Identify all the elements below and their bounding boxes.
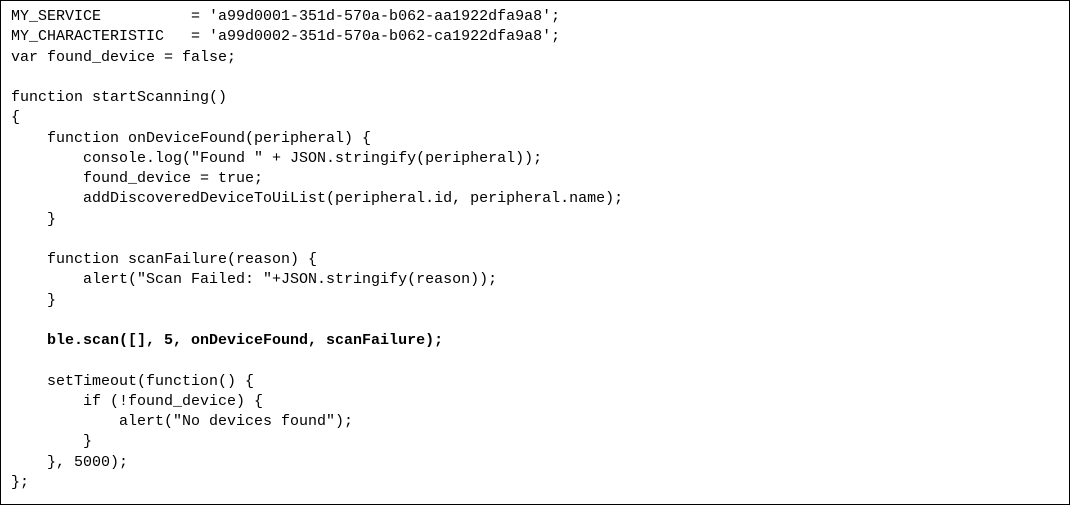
code-line: MY_SERVICE = 'a99d0001-351d-570a-b062-aa… [11,8,560,25]
code-line: function onDeviceFound(peripheral) { [11,130,371,147]
code-line: } [11,211,56,228]
code-line: var found_device = false; [11,49,236,66]
code-line: }, 5000); [11,454,128,471]
code-line: MY_CHARACTERISTIC = 'a99d0002-351d-570a-… [11,28,560,45]
code-line: { [11,109,20,126]
code-line: ble.scan([], 5, onDeviceFound, scanFailu… [11,332,443,349]
code-listing: MY_SERVICE = 'a99d0001-351d-570a-b062-aa… [0,0,1070,505]
code-line: function scanFailure(reason) { [11,251,317,268]
code-line: } [11,292,56,309]
code-line: found_device = true; [11,170,263,187]
code-line: if (!found_device) { [11,393,263,410]
code-line: setTimeout(function() { [11,373,254,390]
code-line: alert("No devices found"); [11,413,353,430]
code-line: addDiscoveredDeviceToUiList(peripheral.i… [11,190,623,207]
code-line: function startScanning() [11,89,227,106]
code-line: } [11,433,92,450]
code-line: console.log("Found " + JSON.stringify(pe… [11,150,542,167]
code-line: alert("Scan Failed: "+JSON.stringify(rea… [11,271,497,288]
code-line: }; [11,474,29,491]
